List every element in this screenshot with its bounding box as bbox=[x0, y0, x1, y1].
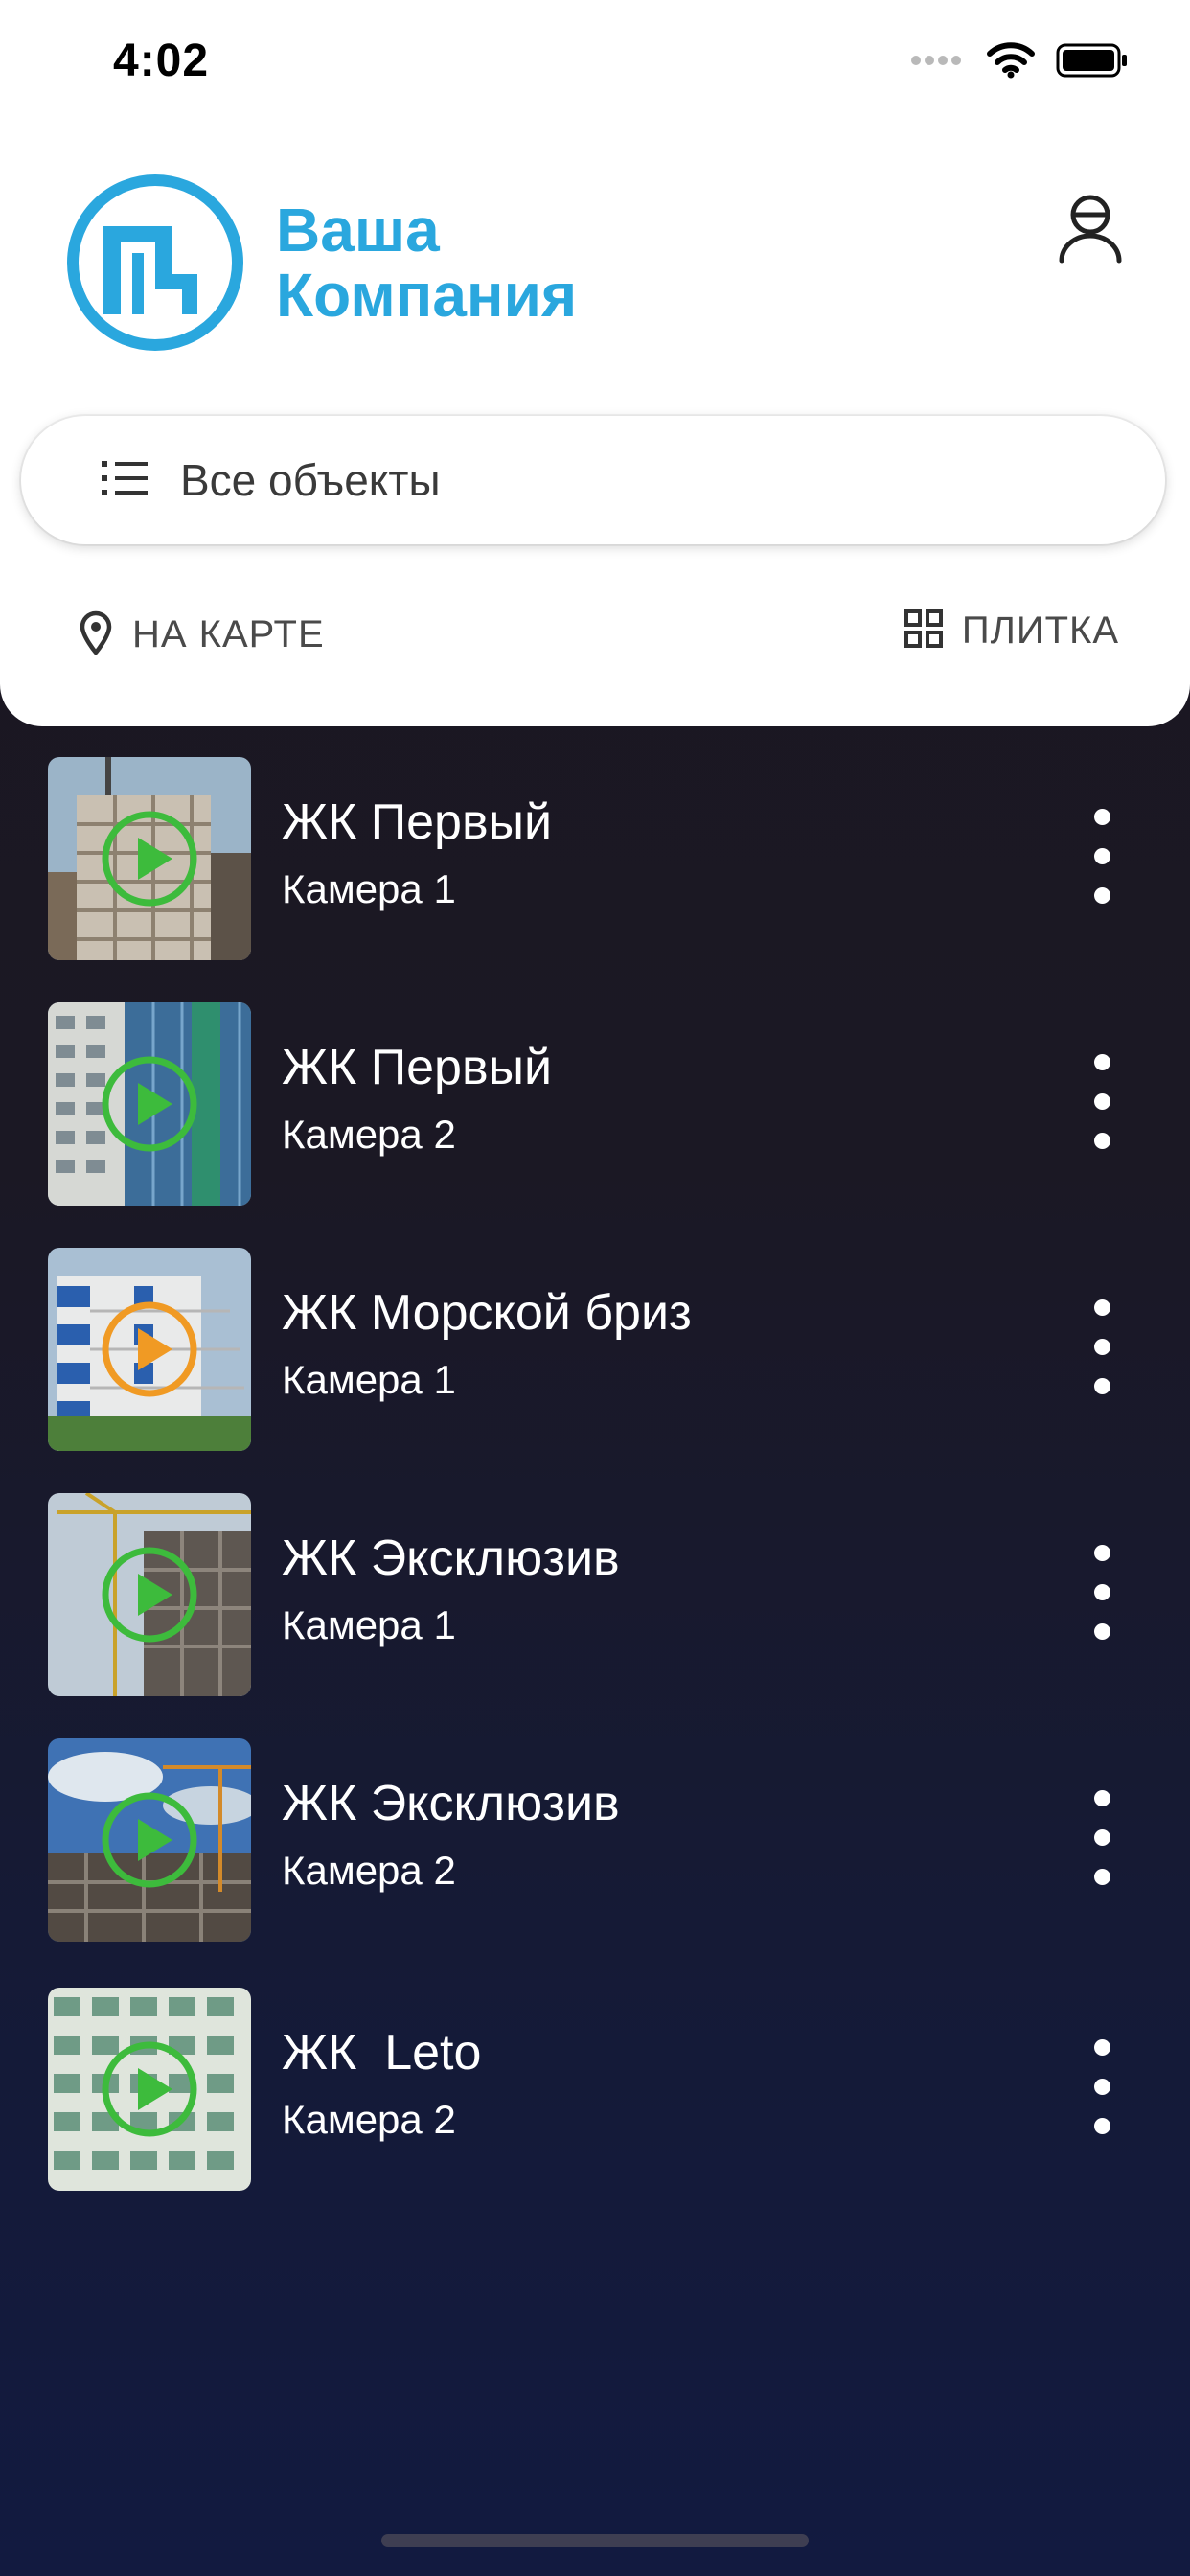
all-objects-label: Все объекты bbox=[180, 455, 441, 505]
camera-list-item[interactable]: ЖК Первый Камера 1 bbox=[0, 757, 1190, 962]
camera-title: ЖК Leto bbox=[282, 2025, 482, 2081]
camera-title: ЖК Эксклюзив bbox=[282, 1776, 620, 1831]
camera-title: ЖК Эксклюзив bbox=[282, 1530, 620, 1586]
more-dot bbox=[1093, 1789, 1110, 1806]
grid-icon bbox=[904, 610, 943, 653]
camera-subtitle: Камера 1 bbox=[282, 1357, 456, 1402]
camera-subtitle: Камера 1 bbox=[282, 866, 456, 911]
more-dot bbox=[1093, 2038, 1110, 2056]
more-dot bbox=[1093, 2117, 1110, 2134]
play-icon[interactable] bbox=[100, 1054, 199, 1154]
list-icon bbox=[102, 460, 148, 501]
more-options-button[interactable] bbox=[1073, 1520, 1131, 1664]
camera-thumbnail[interactable] bbox=[48, 1002, 251, 1206]
more-dot bbox=[1093, 1622, 1110, 1640]
all-objects-filter[interactable]: Все объекты bbox=[21, 416, 1165, 544]
more-dot bbox=[1093, 1583, 1110, 1600]
camera-list-item[interactable]: ЖК Leto Камера 2 bbox=[0, 1988, 1190, 2193]
camera-list-item[interactable]: ЖК Морской бриз Камера 1 bbox=[0, 1248, 1190, 1453]
battery-icon bbox=[1056, 43, 1129, 82]
more-dot bbox=[1093, 1092, 1110, 1110]
logo-line-2: Компания bbox=[276, 261, 578, 330]
camera-title: ЖК Морской бриз bbox=[282, 1285, 692, 1341]
map-view-label: НА КАРТЕ bbox=[132, 613, 325, 656]
tile-view-label: ПЛИТКА bbox=[961, 610, 1119, 652]
more-options-button[interactable] bbox=[1073, 1029, 1131, 1173]
more-dot bbox=[1093, 808, 1110, 825]
more-dot bbox=[1093, 1828, 1110, 1846]
logo-line-1: Ваша bbox=[276, 196, 440, 264]
more-dot bbox=[1093, 1053, 1110, 1070]
camera-title: ЖК Первый bbox=[282, 1040, 553, 1095]
map-view-button[interactable]: НА КАРТЕ bbox=[79, 610, 325, 660]
more-options-button[interactable] bbox=[1073, 2014, 1131, 2158]
more-dot bbox=[1093, 847, 1110, 864]
camera-list-item[interactable]: ЖК Эксклюзив Камера 2 bbox=[0, 1738, 1190, 1944]
home-indicator[interactable] bbox=[381, 2534, 809, 2547]
play-icon[interactable] bbox=[100, 1790, 199, 1890]
play-icon[interactable] bbox=[100, 2039, 199, 2139]
wifi-icon bbox=[987, 42, 1035, 83]
more-dot bbox=[1093, 1544, 1110, 1561]
company-logo: Ваша Компания bbox=[63, 171, 600, 355]
more-dot bbox=[1093, 2078, 1110, 2095]
camera-subtitle: Камера 1 bbox=[282, 1602, 456, 1647]
camera-list-item[interactable]: ЖК Эксклюзив Камера 1 bbox=[0, 1493, 1190, 1698]
more-options-button[interactable] bbox=[1073, 1765, 1131, 1909]
profile-button[interactable] bbox=[1052, 192, 1129, 268]
play-icon[interactable] bbox=[100, 809, 199, 908]
tile-view-button[interactable]: ПЛИТКА bbox=[904, 610, 1119, 653]
camera-thumbnail[interactable] bbox=[48, 1738, 251, 1942]
camera-subtitle: Камера 2 bbox=[282, 1112, 456, 1157]
header-card: 4:02 Ваша Компания Все объекты НА КАРТЕ … bbox=[0, 0, 1190, 726]
more-dot bbox=[1093, 1132, 1110, 1149]
camera-subtitle: Камера 2 bbox=[282, 2097, 456, 2142]
camera-subtitle: Камера 2 bbox=[282, 1848, 456, 1893]
more-dot bbox=[1093, 1299, 1110, 1316]
more-options-button[interactable] bbox=[1073, 784, 1131, 928]
status-time: 4:02 bbox=[113, 35, 210, 86]
play-icon[interactable] bbox=[100, 1300, 199, 1399]
camera-thumbnail[interactable] bbox=[48, 757, 251, 960]
more-dot bbox=[1093, 1868, 1110, 1885]
user-icon bbox=[1056, 192, 1125, 269]
logo-mark-icon bbox=[67, 174, 243, 351]
camera-title: ЖК Первый bbox=[282, 794, 553, 850]
camera-list-item[interactable]: ЖК Первый Камера 2 bbox=[0, 1002, 1190, 1208]
camera-thumbnail[interactable] bbox=[48, 1248, 251, 1451]
location-pin-icon bbox=[79, 610, 113, 660]
play-icon[interactable] bbox=[100, 1545, 199, 1644]
more-dot bbox=[1093, 1377, 1110, 1394]
more-dot bbox=[1093, 886, 1110, 904]
status-icons bbox=[910, 42, 1129, 83]
more-dot bbox=[1093, 1338, 1110, 1355]
camera-thumbnail[interactable] bbox=[48, 1493, 251, 1696]
more-options-button[interactable] bbox=[1073, 1275, 1131, 1418]
camera-thumbnail[interactable] bbox=[48, 1988, 251, 2191]
signal-dots-icon bbox=[910, 54, 966, 72]
